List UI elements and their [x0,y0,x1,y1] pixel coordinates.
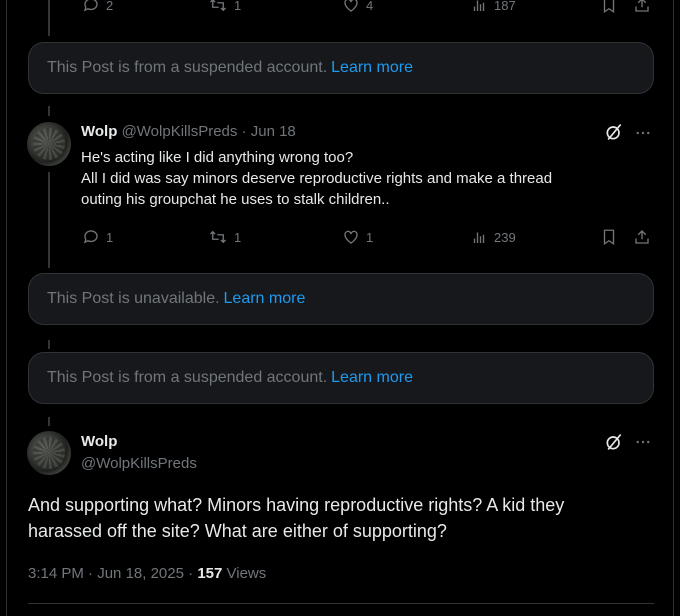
thread-line [48,340,50,349]
post-text-line: All I did was say minors deserve reprodu… [81,170,553,187]
views-icon [473,0,485,11]
views-label: Views [226,565,267,582]
post-text-line: outing his groupchat he uses to stalk ch… [81,191,390,208]
more-button[interactable] [634,124,652,147]
reply-count: 1 [106,229,114,245]
divider [28,603,654,604]
handle[interactable]: @WolpKillsPreds [81,455,197,472]
reply-button[interactable]: 1 [82,228,113,246]
repost-icon [210,0,226,12]
handle[interactable]: @WolpKillsPreds [122,123,238,140]
more-icon [636,131,650,135]
grok-icon [606,433,622,451]
like-count: 4 [366,0,374,13]
grok-button[interactable] [604,432,624,457]
unavailable-post-notice: This Post is unavailable. Learn more [28,273,654,325]
repost-count: 1 [234,229,242,245]
post-header: Wolp @WolpKillsPreds · Jun 18 [81,123,296,140]
post-date[interactable]: Jun 18 [251,123,296,140]
reply-count: 2 [106,0,114,13]
views-count: 239 [494,229,516,245]
separator: · [88,565,94,582]
bookmark-icon [603,0,615,14]
reply-icon [83,0,98,12]
like-button[interactable]: 4 [342,0,373,14]
suspended-account-notice: This Post is from a suspended account. L… [28,42,654,94]
display-name[interactable]: Wolp [81,123,117,140]
like-count: 1 [366,229,374,245]
learn-more-link[interactable]: Learn more [331,59,413,77]
thread-line [48,106,50,116]
share-icon [635,0,649,12]
repost-count: 1 [234,0,242,13]
more-icon [636,440,650,444]
share-button[interactable] [633,228,651,246]
suspended-account-notice: This Post is from a suspended account. L… [28,352,654,404]
thread-line [48,172,50,268]
like-icon [344,230,358,244]
display-name[interactable]: Wolp [81,433,117,450]
left-border [6,0,7,616]
post-time[interactable]: 3:14 PM [28,565,84,582]
post-text-line: And supporting what? Minors having repro… [28,495,565,515]
more-button[interactable] [634,433,652,456]
thread-line [48,417,50,426]
views-count: 157 [197,565,223,582]
thread-line [48,0,50,36]
right-border [673,0,674,616]
like-button[interactable]: 1 [342,228,373,246]
share-button[interactable] [633,0,651,14]
views-button[interactable]: 187 [470,0,516,14]
post-date[interactable]: Jun 18, 2025 [97,565,184,582]
views-icon [473,232,485,243]
share-icon [635,230,649,244]
repost-button[interactable]: 1 [208,0,241,14]
bookmark-icon [603,229,615,246]
repost-button[interactable]: 1 [208,228,241,246]
notice-text: This Post is from a suspended account. [47,59,328,76]
post-metadata: 3:14 PM · Jun 18, 2025 · 157 Views [28,565,266,582]
post-text: He's acting like I did anything wrong to… [81,147,651,210]
separator: · [241,123,247,140]
views-button[interactable]: 239 [470,228,516,246]
views-count: 187 [494,0,516,13]
bookmark-button[interactable] [600,0,618,14]
grok-icon [606,123,622,141]
grok-button[interactable] [604,122,624,147]
learn-more-link[interactable]: Learn more [331,369,413,387]
like-icon [344,0,358,12]
separator: · [188,565,194,582]
post-text-line: harassed off the site? What are either o… [28,521,447,541]
reply-icon [83,230,98,244]
main-post-text: And supporting what? Minors having repro… [28,492,658,544]
notice-text: This Post is unavailable. [47,290,220,307]
reply-button[interactable]: 2 [82,0,113,14]
post-text-line: He's acting like I did anything wrong to… [81,149,354,166]
notice-text: This Post is from a suspended account. [47,369,328,386]
avatar[interactable] [27,431,71,475]
repost-icon [210,230,226,244]
bookmark-button[interactable] [600,228,618,246]
learn-more-link[interactable]: Learn more [224,290,306,308]
avatar[interactable] [27,122,71,166]
